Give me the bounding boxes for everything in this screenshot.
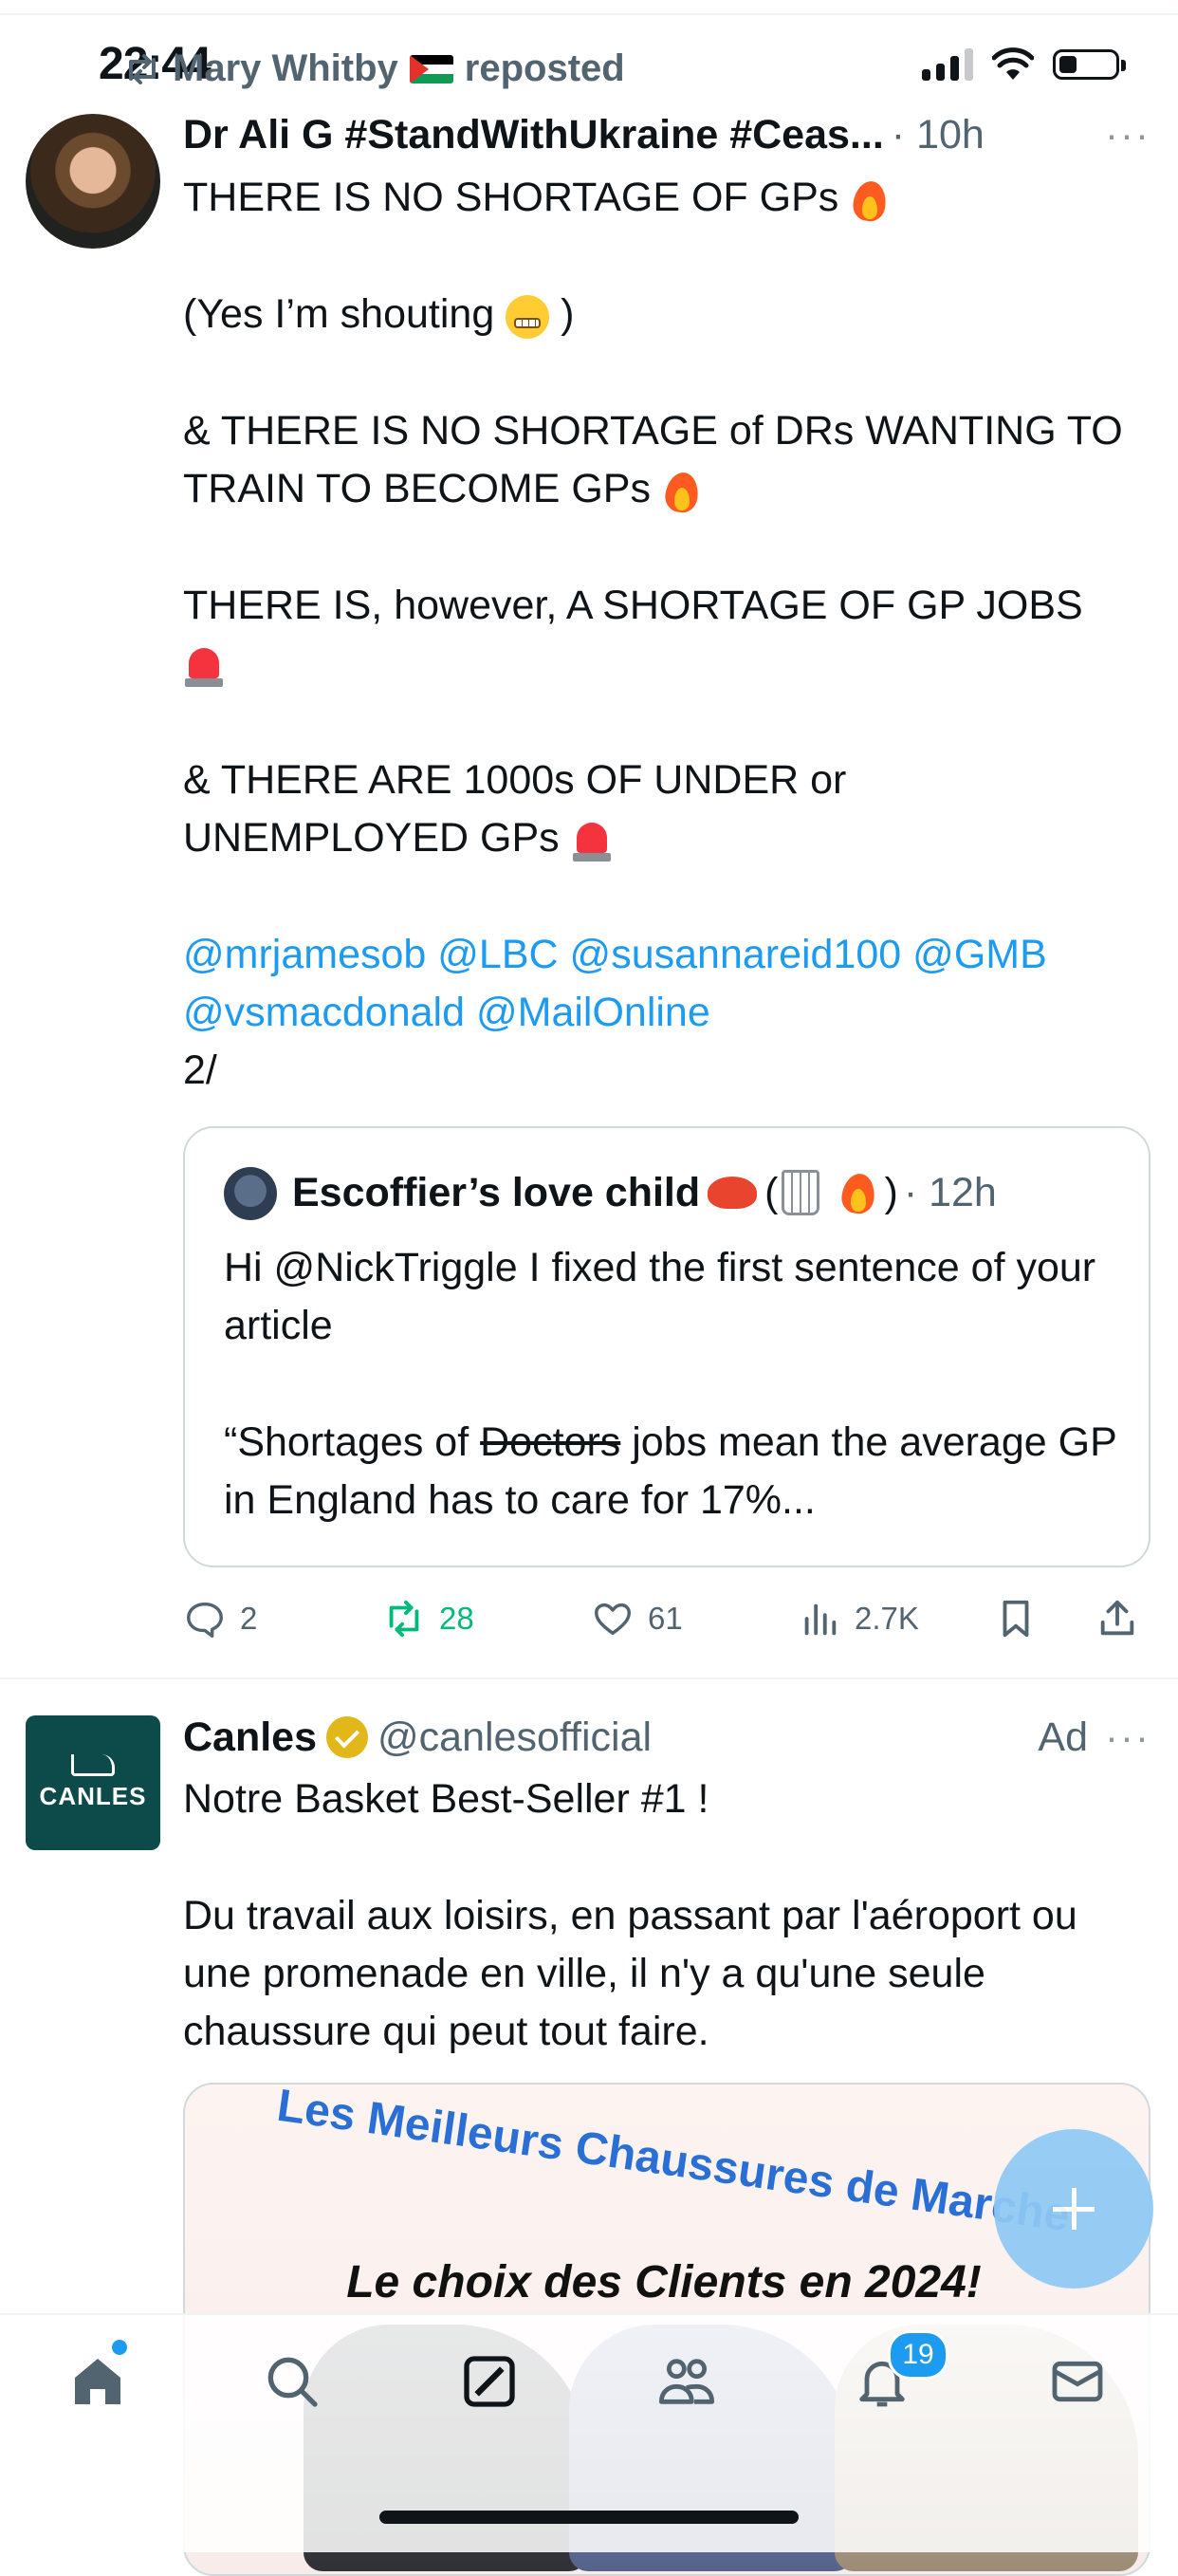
ad-header: Canles @canlesofficial — [183, 1708, 652, 1767]
repost-icon — [389, 1600, 419, 1638]
cellular-signal-icon — [922, 48, 973, 81]
search-icon — [267, 2357, 318, 2407]
mention-link[interactable]: @mrjamesob — [183, 932, 426, 977]
more-options-icon[interactable]: ··· — [1105, 1714, 1150, 1760]
mention-link[interactable]: @vsmacdonald — [183, 990, 465, 1035]
tweet-divider — [0, 1677, 1178, 1679]
nav-messages[interactable] — [1040, 2344, 1115, 2419]
ad-label-group: Ad ··· — [1038, 1708, 1150, 1767]
ad-media-subtitle: Le choix des Clients en 2024! — [346, 2257, 982, 2307]
tweet-header: Dr Ali G #StandWithUkraine #Ceas... · 10… — [183, 106, 1150, 163]
siren-emoji-icon — [183, 642, 225, 690]
ad-text: Notre Basket Best-Seller #1 ! Du travail… — [183, 1776, 1077, 2054]
share-icon — [1100, 1600, 1134, 1636]
grok-icon — [464, 2356, 515, 2407]
battery-icon — [1053, 49, 1126, 80]
advertiser-name[interactable]: Canles — [183, 1714, 317, 1761]
author-name[interactable]: Dr Ali G #StandWithUkraine #Ceas... — [183, 112, 884, 158]
siren-emoji-icon — [571, 817, 613, 864]
nav-home[interactable] — [60, 2344, 136, 2419]
thread-index: 2/ — [183, 1047, 217, 1093]
share-button[interactable] — [1095, 1590, 1139, 1647]
bar-chart-icon — [804, 1603, 837, 1636]
wifi-icon — [992, 47, 1034, 80]
tweet-text: THERE IS NO SHORTAGE OF GPs (Yes I’m sho… — [183, 175, 1123, 1093]
mention-link[interactable]: @susannareid100 — [570, 932, 902, 977]
nav-grok[interactable] — [451, 2344, 527, 2419]
reply-icon — [187, 1602, 223, 1638]
repost-indicator[interactable]: Mary Whitby reposted — [123, 47, 625, 90]
home-indicator[interactable] — [379, 2511, 799, 2524]
mention-link[interactable]: @LBC — [437, 932, 558, 977]
quoted-avatar — [224, 1167, 277, 1220]
mail-icon — [1052, 2361, 1103, 2402]
like-button[interactable]: 61 — [591, 1590, 683, 1647]
fire-emoji-icon — [662, 469, 702, 514]
communities-icon — [658, 2359, 715, 2404]
reply-button[interactable]: 2 — [183, 1590, 257, 1647]
heart-icon — [595, 1603, 631, 1636]
compose-button[interactable] — [994, 2129, 1153, 2289]
reposter-name[interactable]: Mary Whitby — [173, 47, 398, 90]
advertiser-logo[interactable]: CANLES — [26, 1715, 160, 1850]
verified-badge-icon — [326, 1716, 369, 1758]
tweet-actions: 2 28 61 2.7K — [183, 1590, 1150, 1647]
more-options-icon[interactable]: ··· — [1105, 112, 1150, 158]
quoted-author-name: Escoffier’s love child — [292, 1169, 701, 1215]
views-button[interactable]: 2.7K — [798, 1590, 919, 1647]
tweet-time: · 10h — [891, 111, 985, 158]
bookmark-icon — [1003, 1600, 1029, 1638]
home-icon — [75, 2359, 120, 2404]
quoted-tweet-header: Escoffier’s love child ( ) · 12h — [292, 1169, 997, 1215]
quoted-tweet-text: Hi @NickTriggle I fixed the first senten… — [224, 1245, 1116, 1523]
mention-link[interactable]: @MailOnline — [476, 990, 710, 1035]
fire-emoji-icon — [838, 1170, 878, 1215]
nav-search[interactable] — [254, 2344, 330, 2419]
mention-link[interactable]: @GMB — [912, 932, 1047, 977]
quoted-tweet-time: · 12h — [903, 1169, 997, 1215]
status-icons — [922, 46, 1126, 83]
fire-emoji-icon — [850, 177, 890, 223]
avatar[interactable] — [26, 114, 160, 249]
palestine-flag-icon — [409, 54, 453, 83]
grimacing-face-emoji-icon — [506, 294, 550, 339]
shoe-icon — [71, 1754, 115, 1776]
advertiser-handle[interactable]: @canlesofficial — [377, 1714, 652, 1761]
repost-suffix: reposted — [464, 47, 625, 89]
nav-communities[interactable] — [649, 2344, 725, 2419]
repost-button[interactable]: 28 — [382, 1590, 474, 1647]
repost-icon — [129, 53, 156, 84]
notifications-badge: 19 — [888, 2330, 948, 2380]
bookmark-button[interactable] — [994, 1590, 1038, 1647]
crab-emoji-icon — [708, 1177, 758, 1209]
wastebasket-emoji-icon — [782, 1170, 820, 1215]
top-divider — [0, 0, 1178, 15]
ad-label: Ad — [1038, 1714, 1089, 1760]
